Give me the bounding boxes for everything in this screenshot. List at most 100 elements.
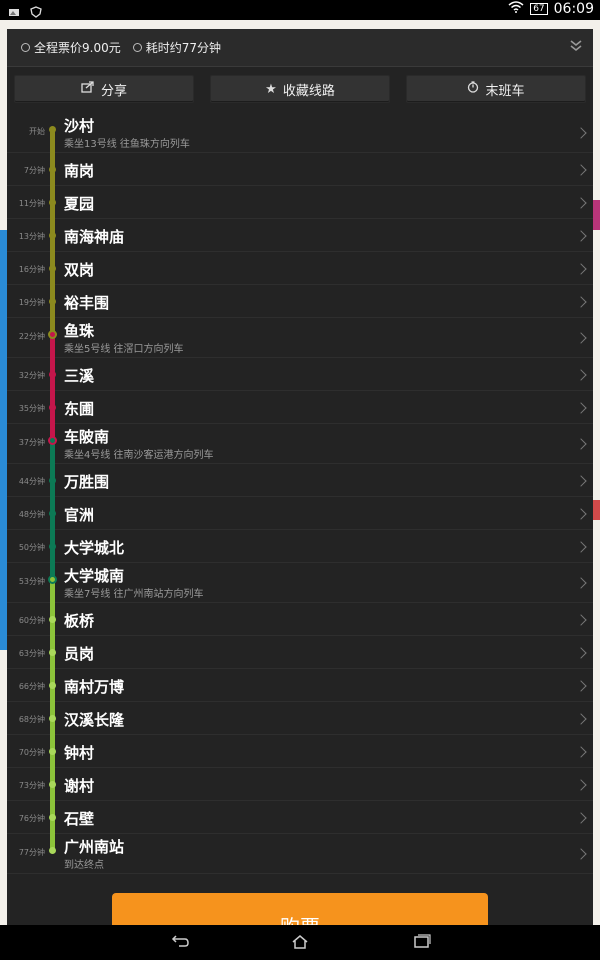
favorite-label: 收藏线路	[282, 83, 335, 99]
station-instruction: 乘坐13号线 往鱼珠方向列车	[64, 139, 190, 150]
station-row[interactable]: 11分钟 夏园	[7, 186, 593, 219]
station-marker	[49, 543, 56, 550]
station-time: 13分钟	[18, 232, 45, 241]
station-row[interactable]: 53分钟 大学城南 乘坐7号线 往广州南站方向列车	[7, 563, 593, 603]
station-row[interactable]: 63分钟 员岗	[7, 636, 593, 669]
station-row[interactable]: 73分钟 谢村	[7, 768, 593, 801]
station-instruction: 乘坐4号线 往南沙客运港方向列车	[64, 450, 214, 461]
station-row[interactable]: 44分钟 万胜围	[7, 464, 593, 497]
station-name: 东圃	[64, 400, 95, 418]
station-time: 68分钟	[18, 715, 45, 724]
share-icon	[81, 81, 95, 97]
station-marker	[49, 199, 56, 206]
station-row[interactable]: 35分钟 东圃	[7, 391, 593, 424]
route-segment	[50, 235, 55, 269]
station-row[interactable]: 66分钟 南村万博	[7, 669, 593, 702]
transfer-station-marker	[48, 435, 57, 445]
route-segment	[50, 440, 55, 481]
station-row[interactable]: 7分钟 南岗	[7, 153, 593, 186]
home-icon[interactable]	[290, 934, 310, 950]
station-time: 73分钟	[18, 781, 45, 790]
station-row[interactable]: 13分钟 南海神庙	[7, 219, 593, 252]
station-row[interactable]: 开始 沙村 乘坐13号线 往鱼珠方向列车	[7, 113, 593, 153]
station-marker	[49, 846, 56, 854]
station-name: 大学城南	[64, 567, 125, 585]
station-row[interactable]: 50分钟 大学城北	[7, 530, 593, 563]
station-row[interactable]: 32分钟 三溪	[7, 358, 593, 391]
station-row[interactable]: 16分钟 双岗	[7, 252, 593, 285]
route-segment	[50, 129, 55, 170]
station-row[interactable]: 76分钟 石壁	[7, 801, 593, 834]
route-segment	[50, 685, 55, 719]
action-bar: 分享 ★ 收藏线路 末班车	[14, 75, 586, 103]
station-marker	[49, 715, 56, 722]
chevron-right-icon	[575, 811, 587, 824]
image-notification-icon	[8, 3, 20, 16]
station-name: 鱼珠	[64, 322, 95, 340]
station-name: 南岗	[64, 162, 95, 180]
wifi-icon	[508, 1, 524, 17]
station-row[interactable]: 68分钟 汉溪长隆	[7, 702, 593, 735]
station-name: 板桥	[64, 612, 95, 630]
duration-text: 耗时约77分钟	[145, 41, 222, 55]
station-row[interactable]: 60分钟 板桥	[7, 603, 593, 636]
station-row[interactable]: 37分钟 车陂南 乘坐4号线 往南沙客运港方向列车	[7, 424, 593, 464]
chevron-right-icon	[575, 679, 587, 692]
favorite-route-button[interactable]: ★ 收藏线路	[210, 75, 390, 103]
station-time: 7分钟	[23, 166, 45, 175]
station-marker	[49, 298, 56, 305]
station-row[interactable]: 77分钟 广州南站 到达终点	[7, 834, 593, 874]
station-marker	[49, 649, 56, 656]
recent-apps-icon[interactable]	[412, 934, 432, 950]
chevron-right-icon	[575, 368, 587, 381]
station-time: 35分钟	[18, 404, 45, 413]
station-time: 63分钟	[18, 649, 45, 658]
chevron-right-icon	[575, 474, 587, 487]
last-train-label: 末班车	[485, 83, 525, 99]
chevron-right-icon	[575, 540, 587, 553]
route-segment	[50, 619, 55, 653]
share-button[interactable]: 分享	[14, 75, 194, 103]
station-time: 77分钟	[18, 848, 45, 857]
route-segment	[50, 334, 55, 375]
clock: 06:09	[553, 1, 594, 17]
route-segment	[50, 817, 55, 850]
chevron-right-icon	[575, 295, 587, 308]
station-name: 官洲	[64, 506, 95, 524]
chevron-right-icon	[575, 229, 587, 242]
route-segment	[50, 652, 55, 686]
station-name: 员岗	[64, 645, 95, 663]
station-time: 44分钟	[18, 477, 45, 486]
station-time: 19分钟	[18, 298, 45, 307]
station-time: 50分钟	[18, 543, 45, 552]
station-marker	[49, 477, 56, 484]
collapse-chevron-icon[interactable]	[569, 39, 583, 55]
route-segment	[50, 751, 55, 785]
station-time: 66分钟	[18, 682, 45, 691]
shield-notification-icon	[30, 3, 42, 18]
station-row[interactable]: 22分钟 鱼珠 乘坐5号线 往滘口方向列车	[7, 318, 593, 358]
fare-text: 全程票价9.00元	[34, 41, 121, 55]
station-name: 南海神庙	[64, 228, 125, 246]
info-icon	[21, 43, 30, 52]
station-name: 车陂南	[64, 428, 110, 446]
station-name: 南村万博	[64, 678, 125, 696]
station-marker	[49, 814, 56, 821]
station-name: 石壁	[64, 810, 95, 828]
station-row[interactable]: 48分钟 官洲	[7, 497, 593, 530]
route-segment	[50, 169, 55, 203]
route-segment	[50, 268, 55, 302]
station-instruction: 乘坐7号线 往广州南站方向列车	[64, 589, 204, 600]
chevron-right-icon	[575, 646, 587, 659]
route-summary: 全程票价9.00元 耗时约77分钟	[7, 29, 593, 67]
station-instruction: 到达终点	[64, 860, 104, 871]
back-icon[interactable]	[170, 934, 190, 950]
station-row[interactable]: 70分钟 钟村	[7, 735, 593, 768]
station-row[interactable]: 19分钟 裕丰围	[7, 285, 593, 318]
station-marker	[49, 404, 56, 411]
station-marker	[49, 781, 56, 788]
timer-icon	[467, 81, 479, 97]
navigation-bar	[0, 925, 600, 960]
duration-summary: 耗时约77分钟	[132, 39, 222, 56]
last-train-button[interactable]: 末班车	[406, 75, 586, 103]
